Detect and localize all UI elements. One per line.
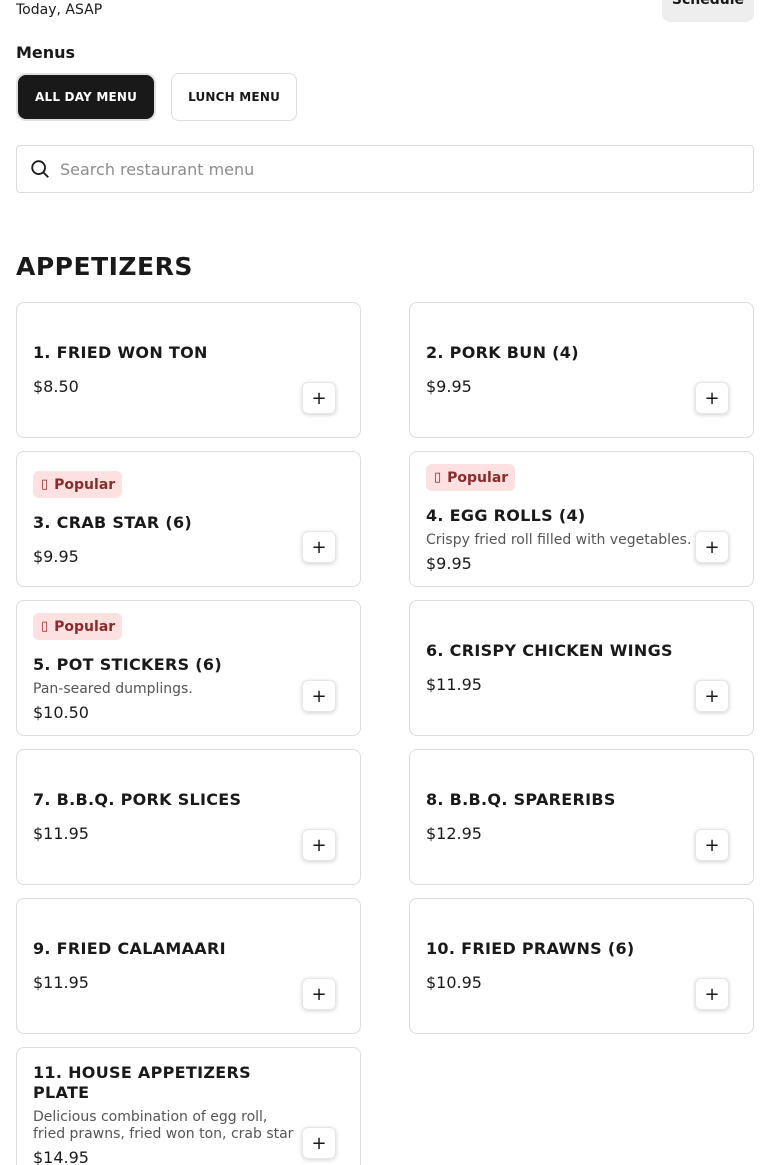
menu-item-info: 2. PORK BUN (4) $9.95 [426,303,693,437]
menu-item-price: $11.95 [33,973,89,992]
trending-icon: ▯ [434,470,442,485]
menu-item-name: 3. CRAB STAR (6) [33,513,193,532]
menu-item-card[interactable]: ▯ Popular 3. CRAB STAR (6) $9.95 + [16,451,361,587]
menu-item-name: 7. B.B.Q. PORK SLICES [33,790,242,809]
add-item-button[interactable]: + [695,829,729,861]
menu-item-card[interactable]: 9. FRIED CALAMAARI $11.95 + [16,898,361,1034]
menu-item-name: 11. HOUSE APPETIZERS PLATE [33,1062,251,1102]
menu-item-description: Delicious combination of egg roll, fried… [33,1108,294,1142]
menu-item-card[interactable]: 7. B.B.Q. PORK SLICES $11.95 + [16,749,361,885]
menu-item-info: 7. B.B.Q. PORK SLICES $11.95 [33,750,300,884]
menu-item-card[interactable]: 6. CRISPY CHICKEN WINGS $11.95 + [409,600,754,736]
popular-badge: ▯ Popular [33,613,123,640]
plus-icon: + [311,1132,327,1154]
menu-item-price: $10.50 [33,703,89,722]
menu-item-name: 8. B.B.Q. SPARERIBS [426,790,616,809]
menu-tabs: ALL DAY MENU LUNCH MENU [16,73,298,121]
plus-icon: + [311,387,327,409]
menu-item-card[interactable]: 2. PORK BUN (4) $9.95 + [409,302,754,438]
add-item-button[interactable]: + [695,978,729,1010]
menu-item-card[interactable]: 10. FRIED PRAWNS (6) $10.95 + [409,898,754,1034]
plus-icon: + [704,387,720,409]
order-time-row: Today, ASAP Schedule [16,0,754,24]
menu-item-info: 6. CRISPY CHICKEN WINGS $11.95 [426,601,693,735]
tab-all-day-menu[interactable]: ALL DAY MENU [18,75,155,119]
menu-item-price: $9.95 [33,547,79,566]
add-item-button[interactable]: + [695,680,729,712]
add-item-button[interactable]: + [302,1127,336,1159]
menu-item-price: $9.95 [426,554,472,573]
popular-badge-label: Popular [447,469,509,486]
menu-item-description: Pan-seared dumplings. [33,681,193,697]
trending-icon: ▯ [41,477,49,492]
add-item-button[interactable]: + [302,680,336,712]
menu-item-price: $10.95 [426,973,482,992]
menu-item-info: ▯ Popular 3. CRAB STAR (6) $9.95 [33,452,300,586]
plus-icon: + [704,983,720,1005]
menu-item-name: 10. FRIED PRAWNS (6) [426,939,635,958]
popular-badge-label: Popular [54,476,116,493]
add-item-button[interactable]: + [695,382,729,414]
add-item-button[interactable]: + [302,382,336,414]
menu-item-name: 9. FRIED CALAMAARI [33,939,226,958]
popular-badge: ▯ Popular [426,464,516,491]
menu-item-name: 1. FRIED WON TON [33,343,208,362]
menu-item-price: $11.95 [33,824,89,843]
plus-icon: + [311,983,327,1005]
plus-icon: + [704,685,720,707]
menu-item-info: ▯ Popular 4. EGG ROLLS (4) Crispy fried rol… [426,452,693,586]
trending-icon: ▯ [41,619,49,634]
popular-badge: ▯ Popular [33,471,123,498]
section-title: APPETIZERS [16,252,193,281]
plus-icon: + [704,536,720,558]
menu-item-card[interactable]: 1. FRIED WON TON $8.50 + [16,302,361,438]
search-bar[interactable] [16,145,754,193]
menu-item-description: Crispy fried roll filled with vegetables… [426,532,692,548]
menu-item-card[interactable]: 8. B.B.Q. SPARERIBS $12.95 + [409,749,754,885]
tab-lunch-menu[interactable]: LUNCH MENU [171,73,298,121]
menu-item-card[interactable]: ▯ Popular 4. EGG ROLLS (4) Crispy fried rol… [409,451,754,587]
popular-badge-label: Popular [54,618,116,635]
menu-item-info: ▯ Popular 5. POT STICKERS (6) Pan-seared du… [33,601,300,735]
add-item-button[interactable]: + [302,978,336,1010]
search-input[interactable] [60,159,720,179]
order-time-text: Today, ASAP [16,2,103,18]
menu-item-price: $14.95 [33,1147,89,1165]
menu-item-price: $9.95 [426,377,472,396]
menu-item-price: $8.50 [33,377,79,396]
plus-icon: + [311,834,327,856]
menu-item-info: 9. FRIED CALAMAARI $11.95 [33,899,300,1033]
menu-item-info: 8. B.B.Q. SPARERIBS $12.95 [426,750,693,884]
menus-heading: Menus [16,43,76,62]
plus-icon: + [311,536,327,558]
menu-item-name: 6. CRISPY CHICKEN WINGS [426,641,673,660]
menu-item-price: $11.95 [426,675,482,694]
schedule-button[interactable]: Schedule [661,0,754,22]
menu-item-name: 4. EGG ROLLS (4) [426,506,586,525]
menu-item-card[interactable]: ▯ Popular 5. POT STICKERS (6) Pan-seared du… [16,600,361,736]
menu-item-name: 2. PORK BUN (4) [426,343,579,362]
add-item-button[interactable]: + [302,829,336,861]
menu-item-name: 5. POT STICKERS (6) [33,655,222,674]
menu-item-info: 11. HOUSE APPETIZERS PLATE Delicious comb… [33,1048,300,1165]
menu-item-info: 1. FRIED WON TON $8.50 [33,303,300,437]
menu-item-info: 10. FRIED PRAWNS (6) $10.95 [426,899,693,1033]
menu-item-card[interactable]: 11. HOUSE APPETIZERS PLATE Delicious comb… [16,1047,361,1165]
add-item-button[interactable]: + [302,531,336,563]
search-icon [31,160,49,178]
menu-item-price: $12.95 [426,824,482,843]
add-item-button[interactable]: + [695,531,729,563]
plus-icon: + [704,834,720,856]
plus-icon: + [311,685,327,707]
menu-items-grid: 1. FRIED WON TON $8.50 +2. PORK BUN (4) $9.… [16,302,754,1165]
